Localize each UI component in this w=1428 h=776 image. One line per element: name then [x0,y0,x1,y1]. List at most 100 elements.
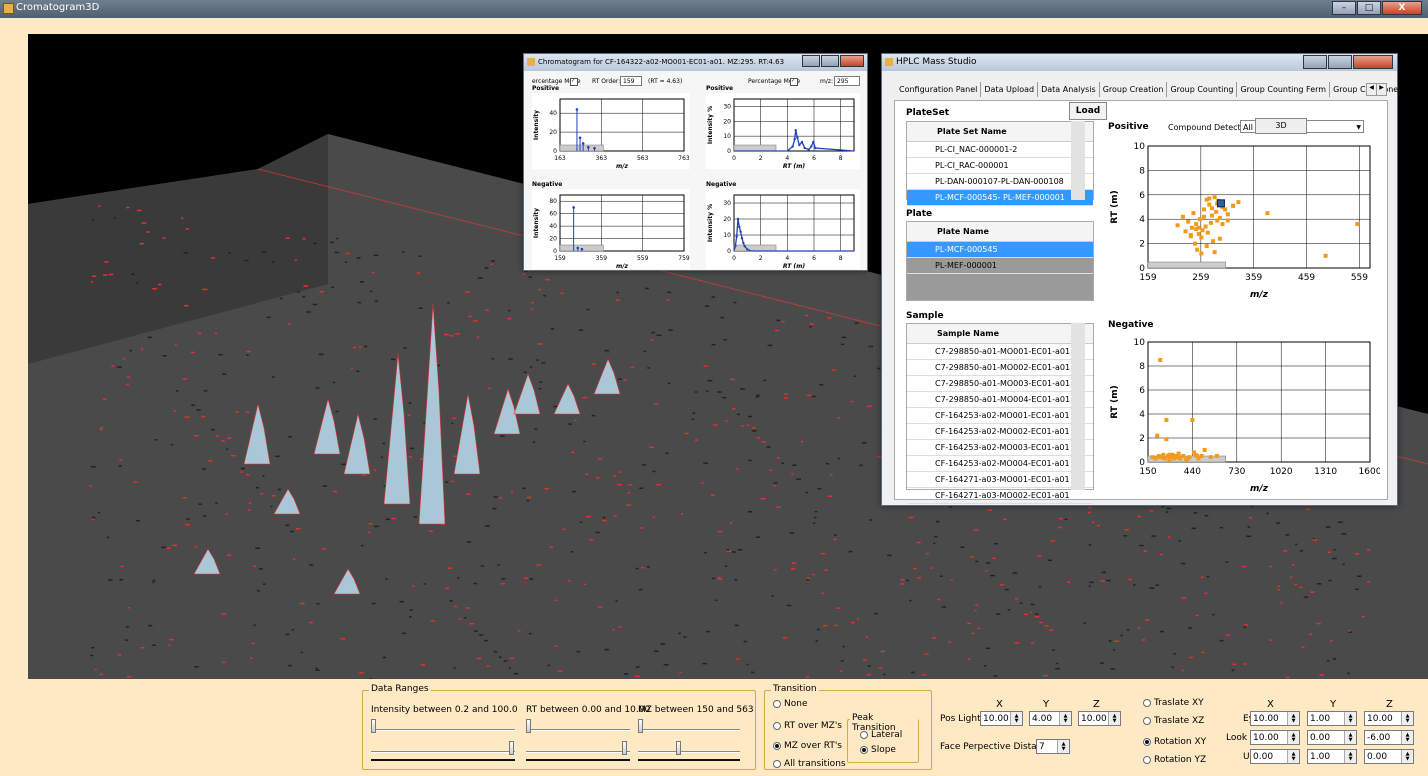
camera-mode-option-2[interactable]: Rotation XY [1143,737,1206,747]
sample-grid[interactable]: Sample Name C7-298850-a01-MO001-EC01-a01 C… [906,323,1094,504]
minimize-button[interactable]: – [1332,1,1356,15]
mz-spinner[interactable]: 295 [834,76,860,86]
table-row[interactable]: PL-MCF-000545- PL-MEF-000001 [907,190,1093,206]
table-row[interactable]: PL-CI_RAC-000001 [907,158,1093,174]
camera-z-spinner[interactable]: -6.00 ▲ ▼ [1364,730,1414,745]
chromatogram-minimize-button[interactable] [802,55,820,67]
spin-arrows-icon[interactable]: ▲ ▼ [1344,731,1356,744]
studio-minimize-button[interactable] [1303,55,1327,69]
table-row[interactable]: CF-164253-a02-MO003-EC01-a01 [907,440,1093,456]
table-row[interactable]: CF-164271-a03-MO002-EC01-a01 [907,488,1093,504]
transition-option-0[interactable]: None [773,699,807,709]
positive-scatter-chart[interactable]: 159 259 359 459 559 0 2 4 6 8 10 m/z RT (m) [1108,136,1380,298]
spin-arrows-icon[interactable]: ▲ ▼ [1401,712,1413,725]
plateset-grid[interactable]: Plate Set Name PL-CI_NAC-000001-2 PL-CI_RA… [906,121,1094,206]
load-button[interactable]: Load [1069,102,1107,120]
scene-dot [1004,588,1009,591]
scene-dot [94,668,97,671]
mz-low-slider[interactable] [638,719,643,733]
plate-grid[interactable]: Plate Name PL-MCF-000545 PL-MEF-000001 [906,221,1094,301]
transition-option-2[interactable]: MZ over RT's [773,741,842,751]
table-row[interactable]: PL-MEF-000001 [907,258,1093,274]
spin-arrows-icon[interactable]: ▲ ▼ [1344,750,1356,763]
camera-y-spinner[interactable]: 1.00 ▲ ▼ [1307,711,1357,726]
spin-arrows-icon[interactable]: ▲ ▼ [1287,712,1299,725]
rt-low-slider[interactable] [526,719,531,733]
face-distance-spinner[interactable]: 7 ▲ ▼ [1036,739,1070,754]
camera-x-spinner[interactable]: 0.00 ▲ ▼ [1250,749,1300,764]
camera-y-spinner[interactable]: 0.00 ▲ ▼ [1307,730,1357,745]
spin-arrows-icon[interactable]: ▲ ▼ [1344,712,1356,725]
spin-arrows-icon[interactable]: ▲ ▼ [1401,731,1413,744]
camera-x-spinner[interactable]: 10.00 ▲ ▼ [1250,730,1300,745]
pos-light-y-spinner[interactable]: 4.00 ▲ ▼ [1029,711,1072,726]
tab-5[interactable]: Group Counting Ferm [1237,82,1331,97]
sample-column-header[interactable]: Sample Name [907,324,1093,344]
intensity-low-slider[interactable] [371,719,376,733]
spin-arrows-icon[interactable]: ▲ ▼ [1057,740,1069,753]
studio-maximize-button[interactable] [1328,55,1352,69]
sample-scrollbar[interactable] [1071,323,1085,490]
table-row[interactable]: CF-164253-a02-MO004-EC01-a01 [907,456,1093,472]
scene-dot [458,618,461,620]
plateset-column-header[interactable]: Plate Set Name [907,122,1093,142]
maximize-button[interactable]: □ [1357,1,1381,15]
camera-mode-option-1[interactable]: Traslate XZ [1143,716,1204,726]
camera-z-spinner[interactable]: 10.00 ▲ ▼ [1364,711,1414,726]
close-button[interactable]: X [1382,1,1422,15]
plateset-scrollbar[interactable] [1071,121,1085,200]
intensity-high-slider[interactable] [509,741,514,755]
spin-arrows-icon[interactable]: ▲ ▼ [1401,750,1413,763]
table-row[interactable]: C7-298850-a01-MO001-EC01-a01 [907,344,1093,360]
positive-mz-chart[interactable]: 163 363 563 763 0 20 40 m/z Intensity [532,93,690,169]
tab-3[interactable]: Group Creation [1100,82,1168,97]
scene-dot [887,554,892,557]
table-row[interactable]: PL-MCF-000545 [907,242,1093,258]
3d-button[interactable]: 3D [1255,118,1307,134]
chromatogram-window[interactable]: Chromatogram for CF-164322-a02-MO001-EC0… [523,53,868,271]
spin-arrows-icon[interactable]: ▲ ▼ [1010,712,1022,725]
table-row[interactable]: C7-298850-a01-MO004-EC01-a01 [907,392,1093,408]
negative-scatter-chart[interactable]: 150 440 730 1020 1310 1600 0 2 4 6 8 10 m/z RT (m) [1108,332,1380,492]
peak-transition-option-0[interactable]: Lateral [860,730,902,740]
camera-x-spinner[interactable]: 10.00 ▲ ▼ [1250,711,1300,726]
rt-high-slider[interactable] [622,741,628,755]
studio-close-button[interactable] [1353,55,1393,69]
tab-scroll-right-icon[interactable]: ▶ [1376,83,1387,96]
table-row[interactable]: CF-164253-a02-MO001-EC01-a01 [907,408,1093,424]
camera-z-spinner[interactable]: 0.00 ▲ ▼ [1364,749,1414,764]
chromatogram-close-button[interactable] [840,55,864,67]
spin-arrows-icon[interactable]: ▲ ▼ [1287,750,1299,763]
plate-column-header[interactable]: Plate Name [907,222,1093,242]
rt-order-spinner[interactable]: 159 [620,76,642,86]
tab-1[interactable]: Data Upload [981,82,1039,97]
spin-arrows-icon[interactable]: ▲ ▼ [1059,712,1071,725]
pos-light-x-spinner[interactable]: 10.00 ▲ ▼ [980,711,1023,726]
mz-high-slider[interactable] [676,741,682,755]
tab-0[interactable]: Configuration Panel [896,82,982,97]
transition-option-3[interactable]: All transitions [773,759,846,769]
negative-mz-chart[interactable]: 159 359 559 759 0 20 40 60 80 m/z Intensity [532,189,690,269]
transition-option-1[interactable]: RT over MZ's [773,721,842,731]
hplc-studio-window[interactable]: HPLC Mass Studio Configuration Panel Data… [881,53,1428,506]
percentage-mode-right-checkbox[interactable]: ✓ [790,78,798,86]
table-row[interactable]: C7-298850-a01-MO002-EC01-a01 [907,360,1093,376]
spin-arrows-icon[interactable]: ▲ ▼ [1287,731,1299,744]
pos-light-z-spinner[interactable]: 10.00 ▲ ▼ [1078,711,1121,726]
spin-arrows-icon[interactable]: ▲ ▼ [1108,712,1120,725]
camera-y-spinner[interactable]: 1.00 ▲ ▼ [1307,749,1357,764]
chromatogram-maximize-button[interactable] [821,55,839,67]
negative-rt-chart[interactable]: 0 2 4 6 8 0 10 20 30 RT (m) Intensity % [706,189,860,269]
table-row[interactable]: CF-164271-a03-MO001-EC01-a01 [907,472,1093,488]
peak-transition-option-1[interactable]: Slope [860,745,896,755]
positive-rt-chart[interactable]: 0 2 4 6 8 0 10 20 30 RT (m) Intensity % [706,93,860,169]
tab-4[interactable]: Group Counting [1167,82,1238,97]
percentage-mode-left-checkbox[interactable]: ✓ [570,78,578,86]
table-row[interactable]: PL-CI_NAC-000001-2 [907,142,1093,158]
table-row[interactable]: C7-298850-a01-MO003-EC01-a01 [907,376,1093,392]
camera-mode-option-0[interactable]: Traslate XY [1143,698,1204,708]
tab-2[interactable]: Data Analysis [1038,82,1100,97]
camera-mode-option-3[interactable]: Rotation YZ [1143,755,1206,765]
table-row[interactable]: PL-DAN-000107-PL-DAN-000108 [907,174,1093,190]
table-row[interactable]: CF-164253-a02-MO002-EC01-a01 [907,424,1093,440]
